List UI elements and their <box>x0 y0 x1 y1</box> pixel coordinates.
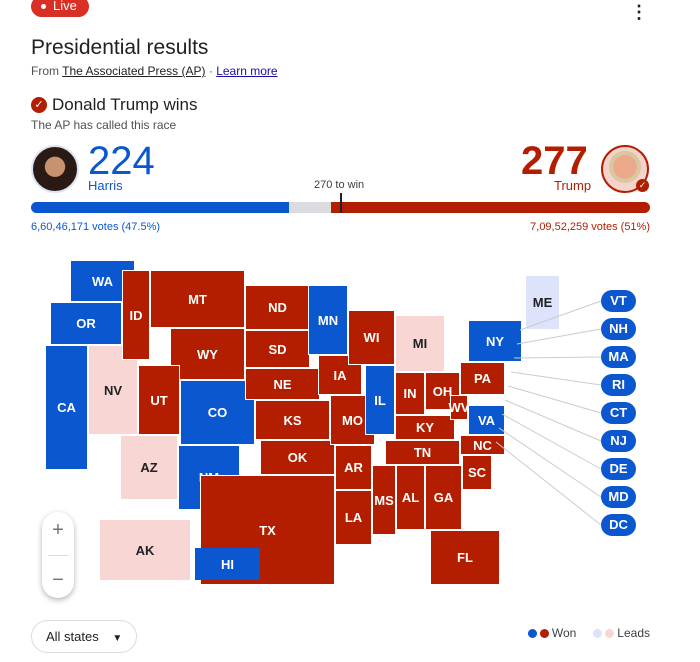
rep-leads-swatch <box>605 628 615 638</box>
dem-leads-swatch <box>593 628 603 638</box>
state-pill-nh[interactable]: NH <box>601 318 636 340</box>
map-legend: Won Leads <box>527 626 650 640</box>
callout-line <box>501 413 602 470</box>
zoom-in-button[interactable]: + <box>52 519 64 542</box>
callout-line <box>510 371 602 386</box>
state-pill-dc[interactable]: DC <box>601 514 636 536</box>
zoom-control: + − <box>42 512 74 598</box>
dem-won-swatch <box>527 628 537 638</box>
caret-down-icon: ▼ <box>112 633 123 644</box>
callout-line <box>519 300 602 331</box>
legend-won: Won <box>551 626 577 640</box>
filter-value: All states <box>46 629 99 644</box>
legend-leads: Leads <box>617 626 650 640</box>
state-pill-md[interactable]: MD <box>601 486 636 508</box>
callout-line <box>516 328 602 345</box>
divider <box>48 554 68 556</box>
state-filter-dropdown[interactable]: All states ▼ <box>31 620 138 653</box>
state-pill-nj[interactable]: NJ <box>601 430 636 452</box>
callout-line <box>513 356 602 359</box>
state-pill-ct[interactable]: CT <box>601 402 636 424</box>
state-pill-ri[interactable]: RI <box>601 374 636 396</box>
callout-line <box>507 385 602 414</box>
callout-line <box>504 399 602 442</box>
state-pill-vt[interactable]: VT <box>601 290 636 312</box>
callout-lines <box>495 300 602 526</box>
state-pill-de[interactable]: DE <box>601 458 636 480</box>
callout-line <box>498 427 602 498</box>
rep-won-swatch <box>539 628 549 638</box>
state-pill-ma[interactable]: MA <box>601 346 636 368</box>
callout-line <box>495 441 602 526</box>
zoom-out-button[interactable]: − <box>52 569 64 592</box>
